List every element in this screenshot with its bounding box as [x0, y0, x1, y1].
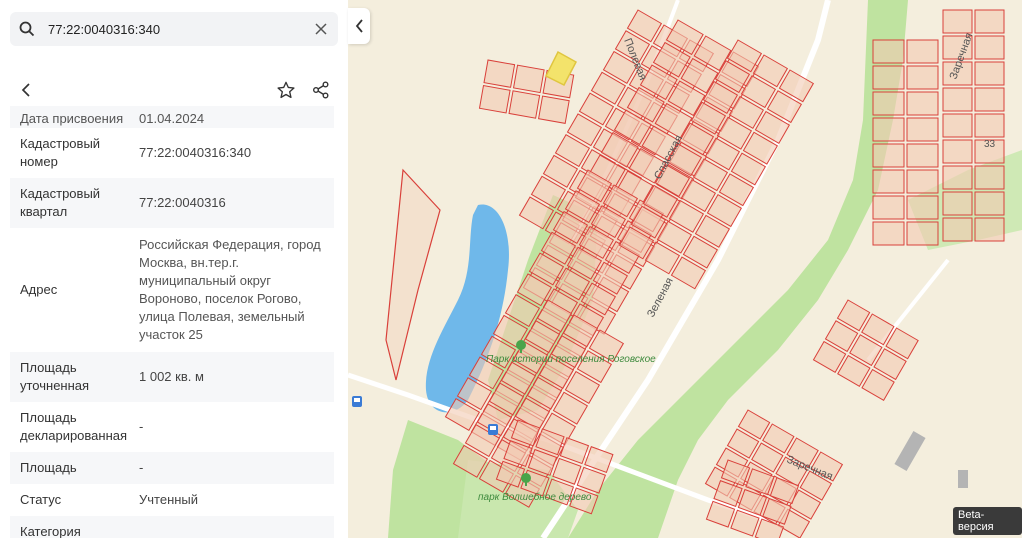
property-value: 77:22:0040316 — [139, 195, 226, 210]
building — [958, 470, 968, 488]
parcel[interactable] — [974, 191, 1005, 216]
parcel[interactable] — [942, 87, 973, 112]
property-label: Статус — [20, 492, 62, 507]
property-row-category: Категория — [10, 516, 334, 538]
parcel[interactable] — [974, 35, 1005, 60]
parcel[interactable] — [552, 457, 582, 485]
parcel[interactable] — [906, 169, 939, 194]
parcel[interactable] — [538, 95, 570, 124]
bus-stop-icon — [352, 396, 362, 407]
parcel[interactable] — [906, 39, 939, 64]
property-row-cadastral-number: Кадастровый номер 77:22:0040316:340 — [10, 128, 334, 178]
property-label: Площадь декларированная — [20, 410, 128, 443]
parcel[interactable] — [872, 221, 905, 246]
property-row-address: Адрес Российская Федерация, город Москва… — [10, 228, 334, 352]
chevron-left-icon — [355, 19, 363, 33]
park-label: Парк истории поселения Роговское — [486, 354, 656, 365]
property-row-assign-date: Дата присвоения 01.04.2024 — [10, 106, 334, 128]
house-number: 33 — [984, 139, 996, 150]
parcel[interactable] — [942, 139, 973, 164]
parcel[interactable] — [906, 117, 939, 142]
share-icon — [313, 81, 329, 99]
parcel[interactable] — [872, 39, 905, 64]
search-icon[interactable] — [18, 20, 36, 38]
parcel[interactable] — [872, 143, 905, 168]
property-row-status: Статус Учтенный — [10, 484, 334, 516]
property-row-area-refined: Площадь уточненная 1 002 кв. м — [10, 352, 334, 402]
parcel[interactable] — [974, 217, 1005, 242]
parcel[interactable] — [906, 91, 939, 116]
property-label: Категория — [20, 524, 81, 538]
parcel[interactable] — [942, 191, 973, 216]
parcel[interactable] — [872, 117, 905, 142]
property-row-area: Площадь - — [10, 452, 334, 484]
parcel[interactable] — [478, 85, 511, 114]
panel-toolbar — [0, 74, 348, 106]
collapse-panel-button[interactable] — [348, 8, 370, 44]
parcel[interactable] — [942, 113, 973, 138]
bus-stop-icon — [488, 424, 498, 435]
parcel[interactable] — [942, 217, 973, 242]
building — [894, 431, 926, 471]
parcel[interactable] — [512, 64, 545, 94]
parcel[interactable] — [872, 91, 905, 116]
parcel[interactable] — [974, 165, 1005, 190]
parcel[interactable] — [906, 65, 939, 90]
park-label: парк Волшебное дерево — [478, 491, 592, 503]
property-row-cadastral-quarter: Кадастровый квартал 77:22:0040316 — [10, 178, 334, 228]
property-value: 01.04.2024 — [139, 111, 205, 126]
property-value: Российская Федерация, город Москва, вн.т… — [139, 237, 321, 342]
parcel[interactable] — [508, 90, 541, 119]
parcel[interactable] — [974, 87, 1005, 112]
property-label: Дата присвоения — [20, 111, 124, 126]
parcel[interactable] — [483, 59, 516, 88]
property-value: - — [139, 419, 144, 434]
property-label: Кадастровый номер — [20, 136, 101, 169]
parcel[interactable] — [942, 165, 973, 190]
beta-badge: Beta-версия — [953, 507, 1022, 535]
property-label: Площадь уточненная — [20, 360, 90, 393]
parcel[interactable] — [872, 65, 905, 90]
parcel[interactable] — [872, 195, 905, 220]
chevron-left-icon — [21, 83, 30, 97]
property-value: - — [139, 460, 144, 475]
parcel[interactable] — [974, 61, 1005, 86]
parcel[interactable] — [906, 221, 939, 246]
back-button[interactable] — [15, 79, 37, 101]
property-value: Учтенный — [139, 492, 199, 507]
search-bar — [10, 12, 338, 46]
parcel[interactable] — [974, 9, 1005, 34]
parcel[interactable] — [872, 169, 905, 194]
property-label: Адрес — [20, 282, 58, 297]
street-label: Зеленая — [645, 276, 676, 320]
star-icon — [277, 81, 295, 99]
share-button[interactable] — [310, 79, 332, 101]
property-label: Кадастровый квартал — [20, 186, 101, 219]
parcel[interactable] — [906, 143, 939, 168]
property-value: 77:22:0040316:340 — [139, 145, 252, 160]
cadastral-map[interactable]: Полевая Спасская Зеленая Заречная Заречн… — [348, 0, 1022, 538]
search-input[interactable] — [48, 21, 298, 37]
favorite-button[interactable] — [275, 79, 297, 101]
parcel[interactable] — [385, 168, 441, 381]
info-panel: Дата присвоения 01.04.2024 Кадастровый н… — [0, 0, 348, 538]
parcel[interactable] — [942, 9, 973, 34]
parcel[interactable] — [906, 195, 939, 220]
property-list: Дата присвоения 01.04.2024 Кадастровый н… — [10, 106, 334, 538]
property-row-area-declared: Площадь декларированная - — [10, 402, 334, 452]
property-value: 1 002 кв. м — [139, 369, 204, 384]
close-icon[interactable] — [312, 20, 330, 38]
property-label: Площадь — [20, 460, 77, 475]
parcel[interactable] — [974, 113, 1005, 138]
